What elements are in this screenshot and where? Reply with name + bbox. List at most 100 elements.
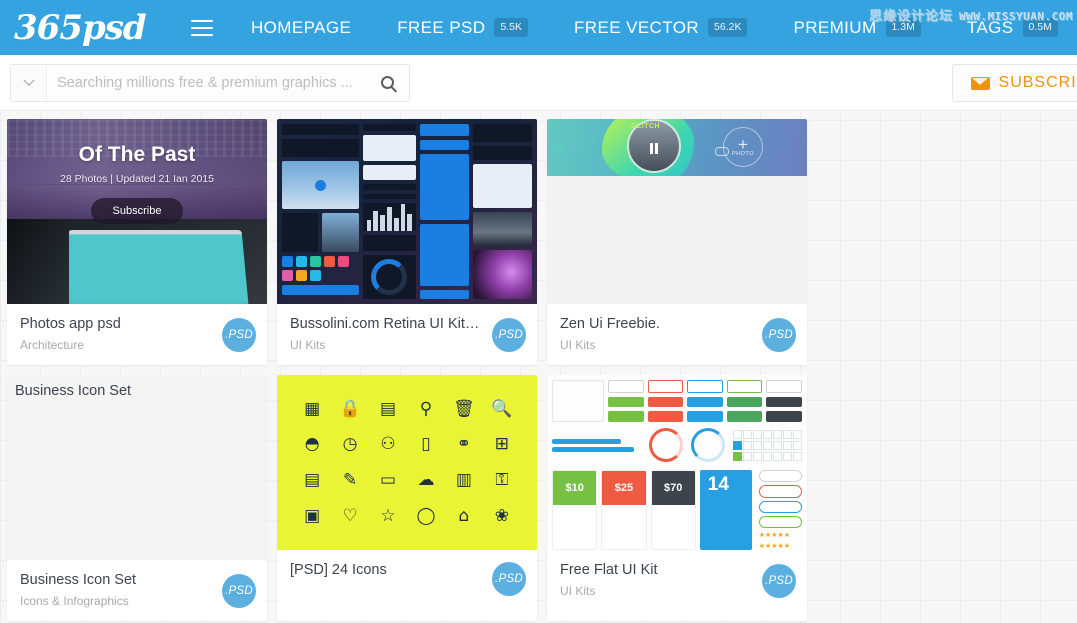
nav-item-premium[interactable]: PREMIUM 1.3M <box>793 18 921 38</box>
pagination-row <box>733 451 802 461</box>
nav-item-free-vector[interactable]: FREE VECTOR 56.2K <box>574 18 748 38</box>
file-type-badge: .PSD <box>222 573 256 608</box>
map-pin-icon: ⚲ <box>419 398 433 419</box>
medical-kit-icon: ⊞ <box>494 434 509 455</box>
file-type-badge: .PSD <box>762 317 796 352</box>
plan-header: $10 <box>553 471 597 506</box>
nav-badge: 56.2K <box>708 18 748 37</box>
mockup-block <box>362 124 417 131</box>
pricing-card-business: $70 <box>650 470 696 551</box>
mockup-button-column <box>647 380 684 423</box>
mockup-donut-panel <box>362 254 417 299</box>
nav-item-homepage[interactable]: HOMEPAGE <box>251 18 351 38</box>
page-btn <box>743 451 752 461</box>
page-btn <box>783 451 792 461</box>
card-meta: Bussolini.com Retina UI Kit ... UI Kits … <box>277 304 537 365</box>
page-btn <box>753 451 762 461</box>
card-thumbnail[interactable]: Business Icon Set <box>7 375 267 561</box>
hamburger-line <box>191 26 213 29</box>
card-category[interactable]: Icons & Infographics <box>20 594 254 608</box>
page-btn <box>753 429 762 439</box>
card-category[interactable]: UI Kits <box>560 584 794 598</box>
swatch <box>324 256 335 268</box>
card-meta: [PSD] 24 Icons .PSD <box>277 550 537 608</box>
mockup-pagination <box>733 429 802 461</box>
icon-grid: ▦ 🔒 ▤ ⚲ 🗑 🔍 ◓ ◷ ⚇ ▯ ⚭ ⊞ ▤ ✎ ▭ ☁ ▥ ⚿ ▣ ♡ … <box>295 394 519 531</box>
flat-ui-kit-preview: $10 $25 $70 14 ★★★★★ ★★★★★ <box>547 375 807 551</box>
card-bussolini-retina-ui-kit[interactable]: Bussolini.com Retina UI Kit ... UI Kits … <box>277 119 537 366</box>
search-bar: SUBSCRIBE <box>0 55 1077 111</box>
pagination-row <box>733 429 802 439</box>
hamburger-menu-icon[interactable] <box>191 19 213 36</box>
link-icon: ⚭ <box>456 434 472 455</box>
bar <box>380 215 385 231</box>
page-btn <box>783 429 792 439</box>
donut-chart <box>371 258 408 295</box>
mockup-button <box>687 411 723 423</box>
nav-item-tags[interactable]: TAGS 0.5M <box>967 18 1058 38</box>
pagination-row <box>733 440 802 450</box>
mockup-button-column <box>726 380 763 423</box>
pencil-icon: ✎ <box>342 469 358 490</box>
card-thumbnail[interactable]: GLITCH DC + PHOTO <box>547 119 807 304</box>
calculator-icon: ▤ <box>380 398 397 419</box>
card-title[interactable]: Photos app psd <box>20 315 254 333</box>
file-type-badge: .PSD <box>492 562 526 597</box>
nav-item-free-psd[interactable]: FREE PSD 5.5K <box>397 18 529 38</box>
plan-header: $25 <box>602 471 646 506</box>
mockup-pill <box>758 500 802 513</box>
card-free-flat-ui-kit[interactable]: $10 $25 $70 14 ★★★★★ ★★★★★ Free Flat UI … <box>547 375 807 622</box>
mockup-row <box>282 212 359 253</box>
card-zen-ui-freebie[interactable]: GLITCH DC + PHOTO Zen Ui Freebie. UI Kit… <box>547 119 807 366</box>
mockup-block <box>420 290 469 299</box>
card-category[interactable]: UI Kits <box>290 338 524 352</box>
chat-icon: ◯ <box>416 505 436 526</box>
page-btn <box>733 429 742 439</box>
plan-header: $70 <box>651 471 695 506</box>
mockup-article-card <box>362 165 417 181</box>
card-title[interactable]: Bussolini.com Retina UI Kit ... <box>290 315 524 333</box>
card-thumbnail[interactable]: ▦ 🔒 ▤ ⚲ 🗑 🔍 ◓ ◷ ⚇ ▯ ⚭ ⊞ ▤ ✎ ▭ ☁ ▥ ⚿ ▣ ♡ … <box>277 375 537 551</box>
lock-icon: 🔒 <box>339 398 361 419</box>
search-input[interactable] <box>47 74 365 91</box>
mockup-progress-row <box>552 428 802 463</box>
mockup-photo-lightning <box>472 250 532 299</box>
card-psd-24-icons[interactable]: ▦ 🔒 ▤ ⚲ 🗑 🔍 ◓ ◷ ⚇ ▯ ⚭ ⊞ ▤ ✎ ▭ ☁ ▥ ⚿ ▣ ♡ … <box>277 375 537 622</box>
mockup-block <box>420 124 469 136</box>
card-business-icon-set[interactable]: Business Icon Set Business Icon Set Icon… <box>7 375 267 622</box>
card-meta: Photos app psd Architecture .PSD <box>7 304 267 365</box>
mockup-column <box>282 124 359 299</box>
site-logo[interactable]: 365psd <box>14 6 149 50</box>
card-title[interactable]: Zen Ui Freebie. <box>560 315 794 333</box>
card-thumbnail[interactable]: $10 $25 $70 14 ★★★★★ ★★★★★ <box>547 375 807 551</box>
subscribe-button[interactable]: SUBSCRIBE <box>951 64 1077 102</box>
card-thumbnail[interactable] <box>277 119 537 304</box>
photos-app-monitor-graphic <box>7 218 267 304</box>
hamburger-line <box>191 33 213 36</box>
mockup-button <box>687 380 723 393</box>
key-icon: ⚿ <box>495 469 509 490</box>
search-field-group <box>10 63 410 102</box>
file-type-badge: .PSD <box>222 317 256 352</box>
page-btn <box>793 451 802 461</box>
briefcase-icon: ▣ <box>304 505 321 526</box>
pricing-card-personal: $10 <box>552 470 598 551</box>
page-btn <box>793 429 802 439</box>
star-icon: ☆ <box>380 505 396 526</box>
card-meta: Zen Ui Freebie. UI Kits .PSD <box>547 304 807 365</box>
search-submit-button[interactable] <box>365 65 409 101</box>
mockup-article-card <box>362 134 417 162</box>
card-title[interactable]: Business Icon Set <box>20 571 254 589</box>
card-title[interactable]: [PSD] 24 Icons <box>290 561 524 579</box>
mockup-line-chart <box>362 234 417 251</box>
card-category[interactable]: Architecture <box>20 338 254 352</box>
preview-subscribe-button[interactable]: Subscribe <box>90 198 184 224</box>
mockup-button <box>647 380 684 393</box>
card-title[interactable]: Free Flat UI Kit <box>560 561 794 579</box>
card-photos-app-psd[interactable]: Of The Past 28 Photos | Updated 21 Ian 2… <box>7 119 267 366</box>
card-meta: Business Icon Set Icons & Infographics .… <box>7 560 267 621</box>
card-thumbnail[interactable]: Of The Past 28 Photos | Updated 21 Ian 2… <box>7 119 267 304</box>
mockup-pill-column: ★★★★★ ★★★★★ <box>756 470 802 550</box>
card-category[interactable]: UI Kits <box>560 338 794 352</box>
search-category-dropdown[interactable] <box>11 64 47 101</box>
